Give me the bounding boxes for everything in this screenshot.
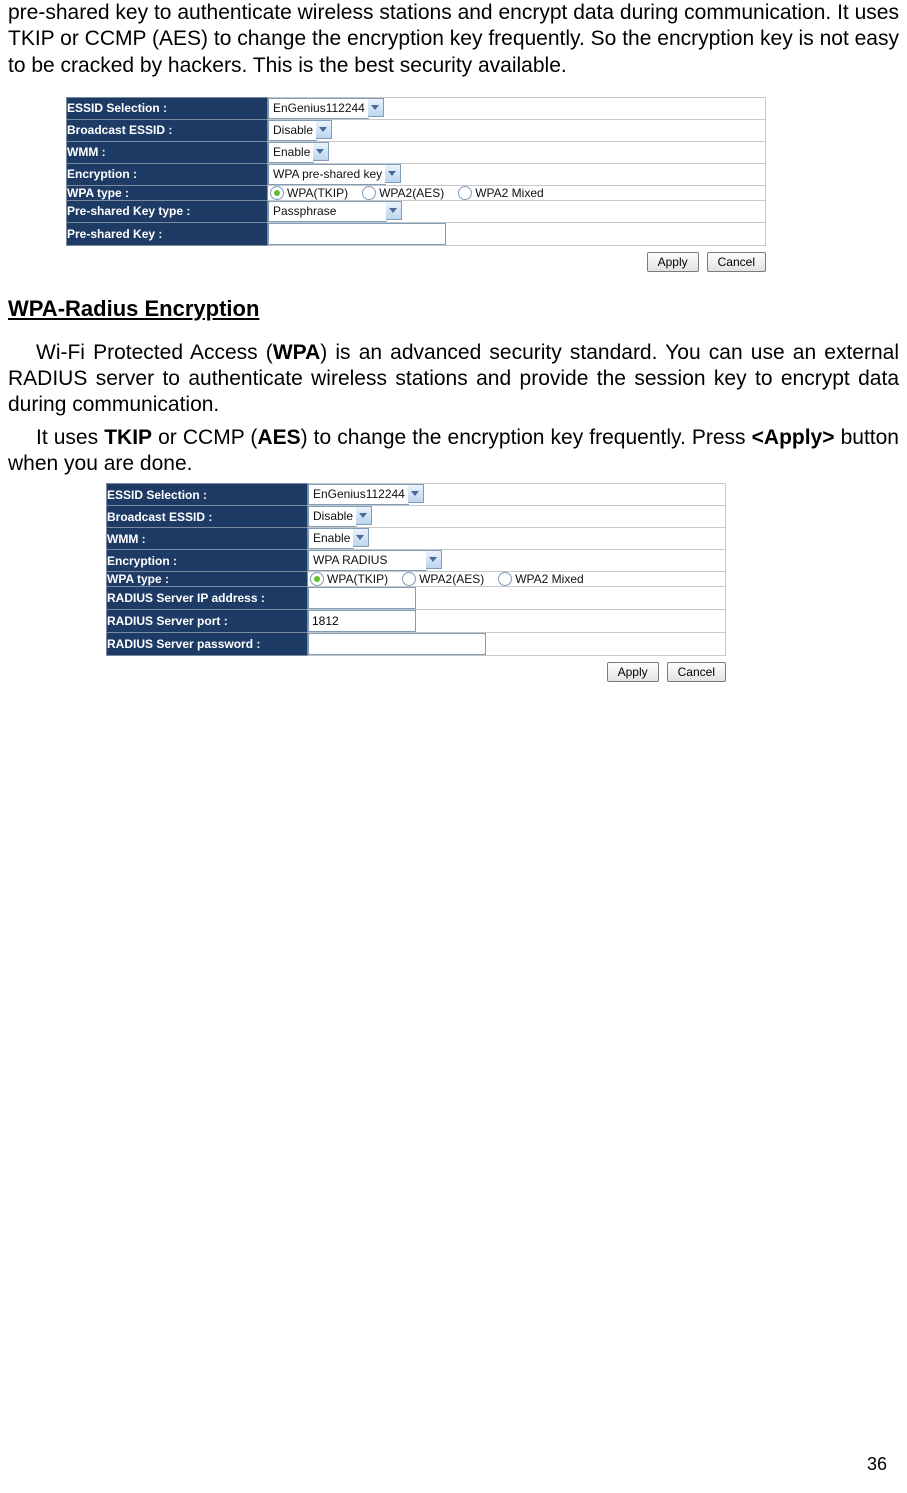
wmm-select[interactable]: Enable: [268, 142, 329, 163]
text-run: or CCMP (: [152, 426, 257, 449]
radius-password-label: RADIUS Server password :: [107, 633, 308, 656]
radio-icon: [310, 572, 324, 586]
text-run-bold: WPA: [273, 341, 320, 364]
psk-type-label: Pre-shared Key type :: [67, 200, 268, 222]
text-run: Wi-Fi Protected Access (: [36, 341, 273, 364]
wpa-type-label: WPA type :: [107, 572, 308, 587]
wpa-type-radio-tkip[interactable]: WPA(TKIP): [270, 186, 348, 200]
radio-icon: [498, 572, 512, 586]
wpa-radius-heading: WPA-Radius Encryption: [8, 296, 899, 322]
wmm-label: WMM :: [67, 141, 268, 163]
cancel-button[interactable]: Cancel: [707, 252, 766, 272]
wpa-type-radio-aes[interactable]: WPA2(AES): [402, 572, 484, 586]
text-run-bold: AES: [257, 426, 300, 449]
radio-label: WPA2 Mixed: [475, 186, 543, 200]
wmm-value: Enable: [308, 528, 354, 549]
wpa-type-label: WPA type :: [67, 185, 268, 200]
radius-password-input[interactable]: [308, 633, 486, 655]
psk-input[interactable]: [268, 223, 446, 245]
dropdown-arrow-icon: [426, 550, 442, 569]
radius-ip-label: RADIUS Server IP address :: [107, 587, 308, 610]
encryption-select[interactable]: WPA RADIUS: [308, 550, 442, 571]
essid-select[interactable]: EnGenius112244: [308, 484, 424, 505]
essid-label: ESSID Selection :: [67, 97, 268, 119]
radius-paragraph-1: Wi-Fi Protected Access (WPA) is an advan…: [8, 340, 899, 419]
cancel-button[interactable]: Cancel: [667, 662, 726, 682]
encryption-select[interactable]: WPA pre-shared key: [268, 164, 401, 185]
broadcast-essid-select[interactable]: Disable: [308, 506, 372, 527]
text-run-bold: TKIP: [104, 426, 152, 449]
radio-label: WPA2(AES): [379, 186, 444, 200]
essid-select-value: EnGenius112244: [268, 98, 369, 119]
intro-paragraph: pre-shared key to authenticate wireless …: [8, 0, 899, 79]
psk-type-value: Passphrase: [268, 201, 387, 222]
broadcast-essid-value: Disable: [268, 120, 317, 141]
radius-paragraph-2: It uses TKIP or CCMP (AES) to change the…: [8, 425, 899, 478]
radio-icon: [270, 186, 284, 200]
radius-port-input[interactable]: [308, 610, 416, 632]
broadcast-essid-value: Disable: [308, 506, 357, 527]
radius-port-label: RADIUS Server port :: [107, 610, 308, 633]
dropdown-arrow-icon: [316, 120, 332, 139]
broadcast-essid-label: Broadcast ESSID :: [67, 119, 268, 141]
encryption-label: Encryption :: [107, 550, 308, 572]
wpa-type-radio-mixed[interactable]: WPA2 Mixed: [458, 186, 543, 200]
wpa-type-radio-tkip[interactable]: WPA(TKIP): [310, 572, 388, 586]
essid-select-value: EnGenius112244: [308, 484, 409, 505]
encryption-label: Encryption :: [67, 163, 268, 185]
essid-select[interactable]: EnGenius112244: [268, 98, 384, 119]
wpa-radius-config-panel: ESSID Selection : EnGenius112244 Broadca…: [106, 483, 726, 682]
radio-icon: [402, 572, 416, 586]
wpa-psk-config-panel: ESSID Selection : EnGenius112244 Broadca…: [66, 97, 766, 272]
wpa-type-radio-mixed[interactable]: WPA2 Mixed: [498, 572, 583, 586]
dropdown-arrow-icon: [356, 506, 372, 525]
text-run-bold: <Apply>: [752, 426, 835, 449]
dropdown-arrow-icon: [385, 164, 401, 183]
wmm-label: WMM :: [107, 528, 308, 550]
wmm-value: Enable: [268, 142, 314, 163]
psk-type-select[interactable]: Passphrase: [268, 201, 402, 222]
apply-button[interactable]: Apply: [647, 252, 699, 272]
broadcast-essid-label: Broadcast ESSID :: [107, 506, 308, 528]
radio-label: WPA(TKIP): [287, 186, 348, 200]
text-run: It uses: [36, 426, 104, 449]
apply-button[interactable]: Apply: [607, 662, 659, 682]
psk-label: Pre-shared Key :: [67, 222, 268, 245]
radio-label: WPA2 Mixed: [515, 572, 583, 586]
broadcast-essid-select[interactable]: Disable: [268, 120, 332, 141]
radio-label: WPA2(AES): [419, 572, 484, 586]
encryption-value: WPA pre-shared key: [268, 164, 386, 185]
radio-icon: [362, 186, 376, 200]
encryption-value: WPA RADIUS: [308, 550, 427, 571]
text-run: ) to change the encryption key frequentl…: [301, 426, 752, 449]
page-number: 36: [867, 1454, 887, 1475]
dropdown-arrow-icon: [313, 142, 329, 161]
dropdown-arrow-icon: [386, 201, 402, 220]
wpa-type-radio-aes[interactable]: WPA2(AES): [362, 186, 444, 200]
dropdown-arrow-icon: [368, 98, 384, 117]
dropdown-arrow-icon: [353, 528, 369, 547]
radio-icon: [458, 186, 472, 200]
radio-label: WPA(TKIP): [327, 572, 388, 586]
essid-label: ESSID Selection :: [107, 484, 308, 506]
wmm-select[interactable]: Enable: [308, 528, 369, 549]
radius-ip-input[interactable]: [308, 587, 416, 609]
dropdown-arrow-icon: [408, 484, 424, 503]
